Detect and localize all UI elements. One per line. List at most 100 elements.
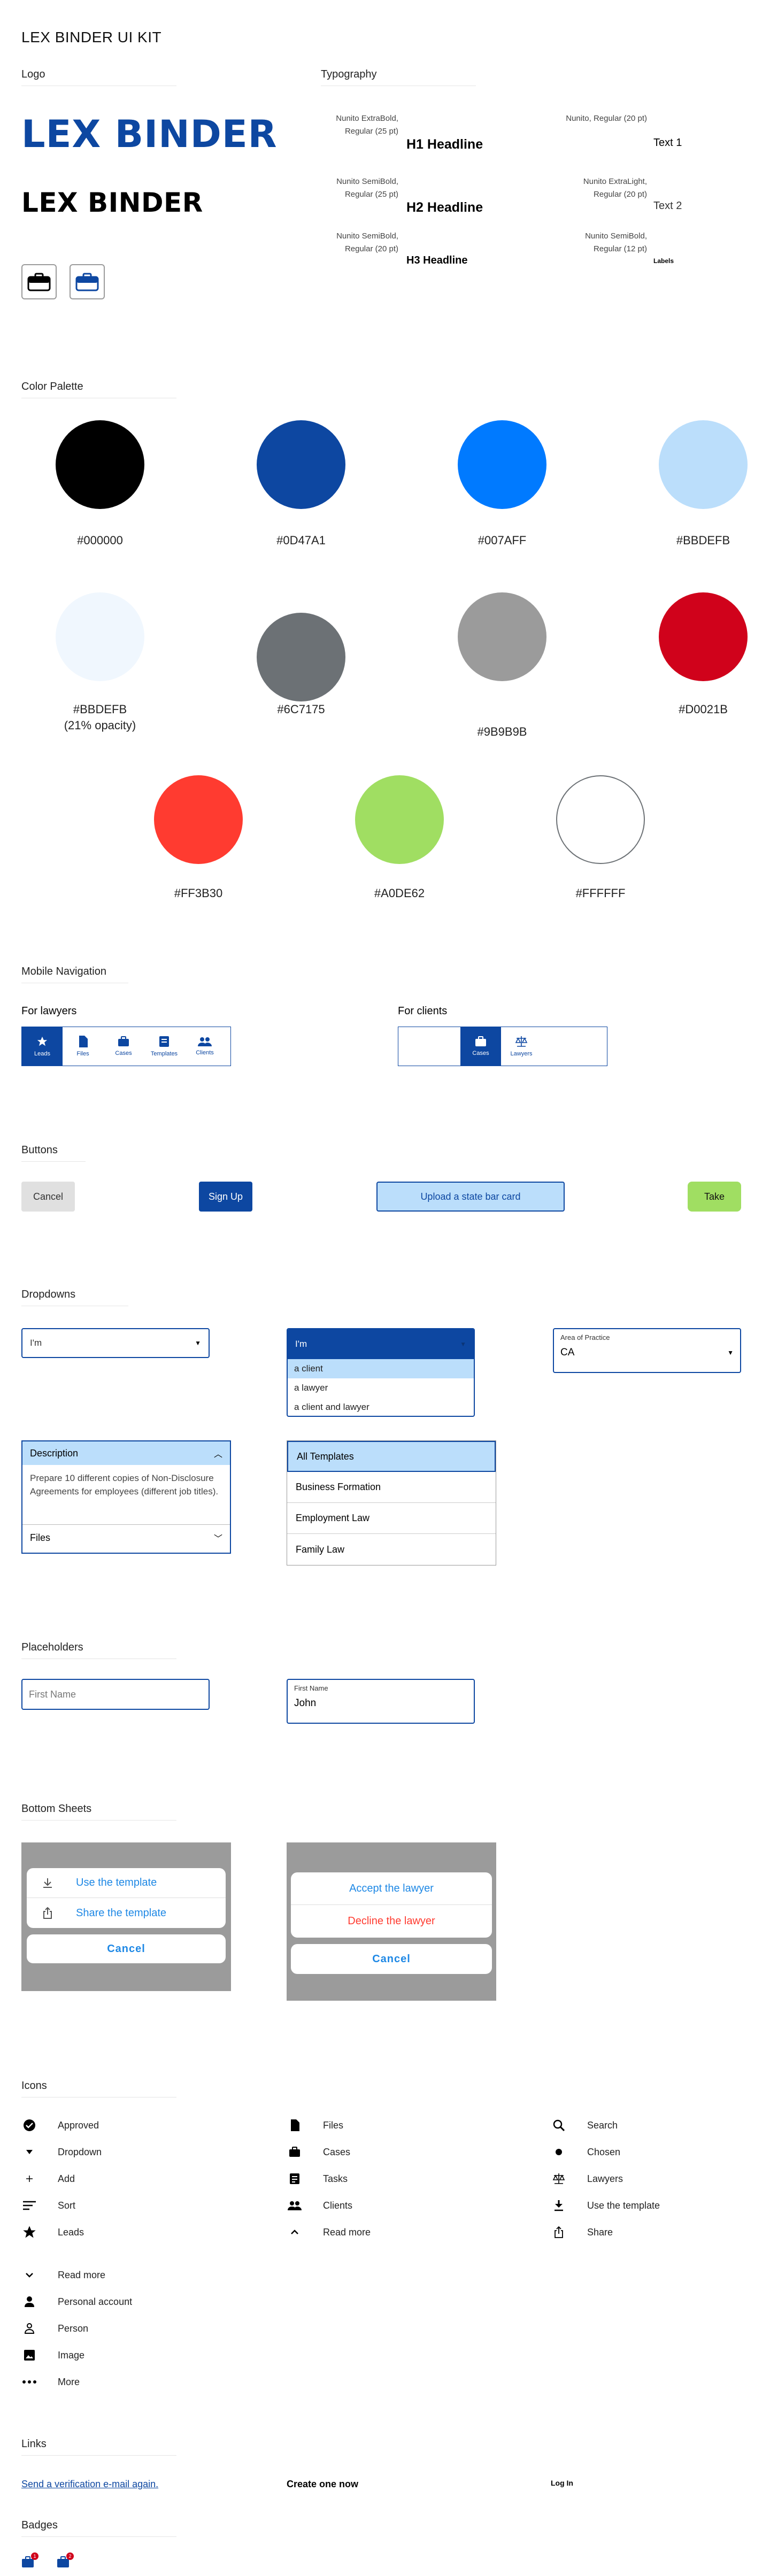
accordion-header[interactable]: Description ︿	[22, 1441, 230, 1465]
icon-row-personal-account: Personal account	[21, 2294, 132, 2310]
chevron-up-icon: ︿	[213, 1450, 222, 1459]
icon-label: Image	[58, 2349, 85, 2361]
briefcase-filled-icon	[70, 264, 105, 299]
accept-lawyer-option[interactable]: Accept the lawyer	[291, 1872, 492, 1905]
section-title-bottom-sheets: Bottom Sheets	[21, 1803, 92, 1815]
chevron-down-icon: ▼	[195, 1339, 201, 1347]
typo-sample-text2: Text 2	[653, 200, 682, 212]
nav-title-lawyers: For lawyers	[21, 1005, 77, 1017]
use-template-option[interactable]: Use the template	[27, 1868, 226, 1898]
briefcase-icon	[118, 1036, 129, 1046]
im-dropdown-closed[interactable]: I'm ▼	[21, 1328, 210, 1358]
input-value: John	[294, 1698, 317, 1709]
resend-verification-link[interactable]: Send a verification e-mail again.	[21, 2479, 158, 2490]
decline-lawyer-option[interactable]: Decline the lawyer	[291, 1905, 492, 1938]
divider	[21, 1820, 176, 1821]
logo-black: LEX BINDER	[21, 187, 203, 218]
first-name-input-empty[interactable]: First Name	[21, 1679, 210, 1710]
option-label: Use the template	[76, 1877, 157, 1888]
cancel-button[interactable]: Cancel	[21, 1182, 75, 1212]
swatch-label: #0D47A1	[276, 534, 326, 547]
icon-row-person: Person	[21, 2320, 132, 2336]
bottom-sheet-lawyer: Accept the lawyer Decline the lawyer Can…	[287, 1842, 496, 2001]
swatch-007aff	[458, 420, 546, 509]
sheet-options: Use the template Share the template	[27, 1868, 226, 1928]
section-title-dropdowns: Dropdowns	[21, 1289, 76, 1300]
dropdown-option[interactable]: a client	[288, 1359, 474, 1378]
swatch-label: #000000	[77, 534, 123, 547]
template-item[interactable]: Business Formation	[287, 1472, 496, 1503]
client-nav-bar: Cases Lawyers	[398, 1027, 607, 1066]
signup-button[interactable]: Sign Up	[199, 1182, 252, 1212]
template-item[interactable]: Employment Law	[287, 1503, 496, 1534]
files-row[interactable]: Files ﹀	[22, 1525, 230, 1551]
template-item[interactable]: Family Law	[287, 1534, 496, 1565]
icon-row-use-template: Use the template	[551, 2197, 660, 2213]
nav-item-clients[interactable]: Clients	[184, 1027, 225, 1066]
dropdown-option[interactable]: a lawyer	[288, 1378, 474, 1398]
icon-row-clients: Clients	[287, 2197, 371, 2213]
icon-label: Sort	[58, 2200, 76, 2211]
divider	[21, 2536, 176, 2537]
dropdown-header[interactable]: I'm ▼	[288, 1329, 474, 1359]
icon-label: More	[58, 2376, 80, 2387]
nav-item-leads[interactable]: Leads	[22, 1027, 63, 1066]
area-of-practice-select[interactable]: Area of Practice CA ▼	[553, 1328, 741, 1373]
share-icon	[551, 2226, 567, 2239]
nav-item-files[interactable]: Files	[63, 1027, 103, 1066]
nav-item-templates[interactable]: Templates	[144, 1027, 184, 1066]
nav-item-cases[interactable]: Cases	[103, 1027, 144, 1066]
notification-badge: 1	[31, 2552, 38, 2560]
upload-bar-card-button[interactable]: Upload a state bar card	[376, 1182, 565, 1212]
login-link[interactable]: Log In	[551, 2479, 573, 2487]
dropdown-option[interactable]: a client and lawyer	[288, 1398, 474, 1416]
icon-label: Approved	[58, 2119, 99, 2131]
briefcase-outline-icon	[21, 264, 57, 299]
icon-row-share: Share	[551, 2224, 660, 2240]
cancel-sheet-button[interactable]: Cancel	[291, 1944, 492, 1974]
dropdown-value: I'm	[30, 1338, 42, 1348]
nav-label: Lawyers	[510, 1051, 533, 1057]
typo-spec-h3: Nunito SemiBold, Regular (20 pt)	[336, 232, 398, 253]
file-icon	[287, 2119, 303, 2131]
create-account-link[interactable]: Create one now	[287, 2479, 358, 2490]
image-icon	[21, 2349, 37, 2361]
swatch-label: #007AFF	[478, 534, 527, 547]
cancel-sheet-button[interactable]: Cancel	[27, 1934, 226, 1963]
bottom-sheet-template: Use the template Share the template Canc…	[21, 1842, 231, 1991]
chevron-down-icon	[21, 2272, 37, 2278]
description-accordion: Description ︿ Prepare 10 different copie…	[21, 1440, 231, 1554]
take-button[interactable]: Take	[688, 1182, 741, 1212]
swatch-label: #FFFFFF	[575, 886, 626, 900]
im-dropdown-open[interactable]: I'm ▼ a client a lawyer a client and law…	[287, 1328, 475, 1417]
icon-row-cases: Cases	[287, 2144, 371, 2160]
chevron-up-icon	[287, 2230, 303, 2235]
cases-badge: 2	[57, 2552, 75, 2569]
icon-label: Search	[587, 2119, 618, 2131]
nav-item-lawyers[interactable]: Lawyers	[501, 1027, 542, 1066]
first-name-input-filled[interactable]: First Name John	[287, 1679, 475, 1724]
icon-row-tasks: Tasks	[287, 2171, 371, 2187]
typo-sample-labels: Labels	[653, 257, 674, 265]
more-dots-icon	[21, 2380, 37, 2384]
icon-row-approved: Approved	[21, 2117, 132, 2133]
share-template-option[interactable]: Share the template	[27, 1898, 226, 1928]
star-icon	[37, 1036, 48, 1046]
nav-item-cases[interactable]: Cases	[460, 1027, 501, 1066]
template-icon	[159, 1036, 169, 1047]
template-item-selected[interactable]: All Templates	[287, 1441, 496, 1472]
typo-sample-h3: H3 Headline	[406, 254, 468, 266]
swatch-label: #A0DE62	[374, 886, 425, 900]
people-icon	[287, 2201, 303, 2210]
sort-icon	[21, 2201, 37, 2210]
typo-spec-h2: Nunito SemiBold, Regular (25 pt)	[336, 177, 398, 199]
nav-label: Cases	[472, 1050, 489, 1056]
divider	[21, 1161, 86, 1162]
accordion-title: Description	[30, 1447, 79, 1459]
icon-row-lawyers: Lawyers	[551, 2171, 660, 2187]
section-title-badges: Badges	[21, 2519, 58, 2531]
dropdown-value: I'm	[295, 1339, 307, 1349]
typo-spec-text1: Nunito, Regular (20 pt)	[566, 114, 647, 123]
nav-label: Leads	[34, 1051, 50, 1057]
lawyer-nav-bar: Leads Files Cases Templates Clients	[21, 1027, 231, 1066]
